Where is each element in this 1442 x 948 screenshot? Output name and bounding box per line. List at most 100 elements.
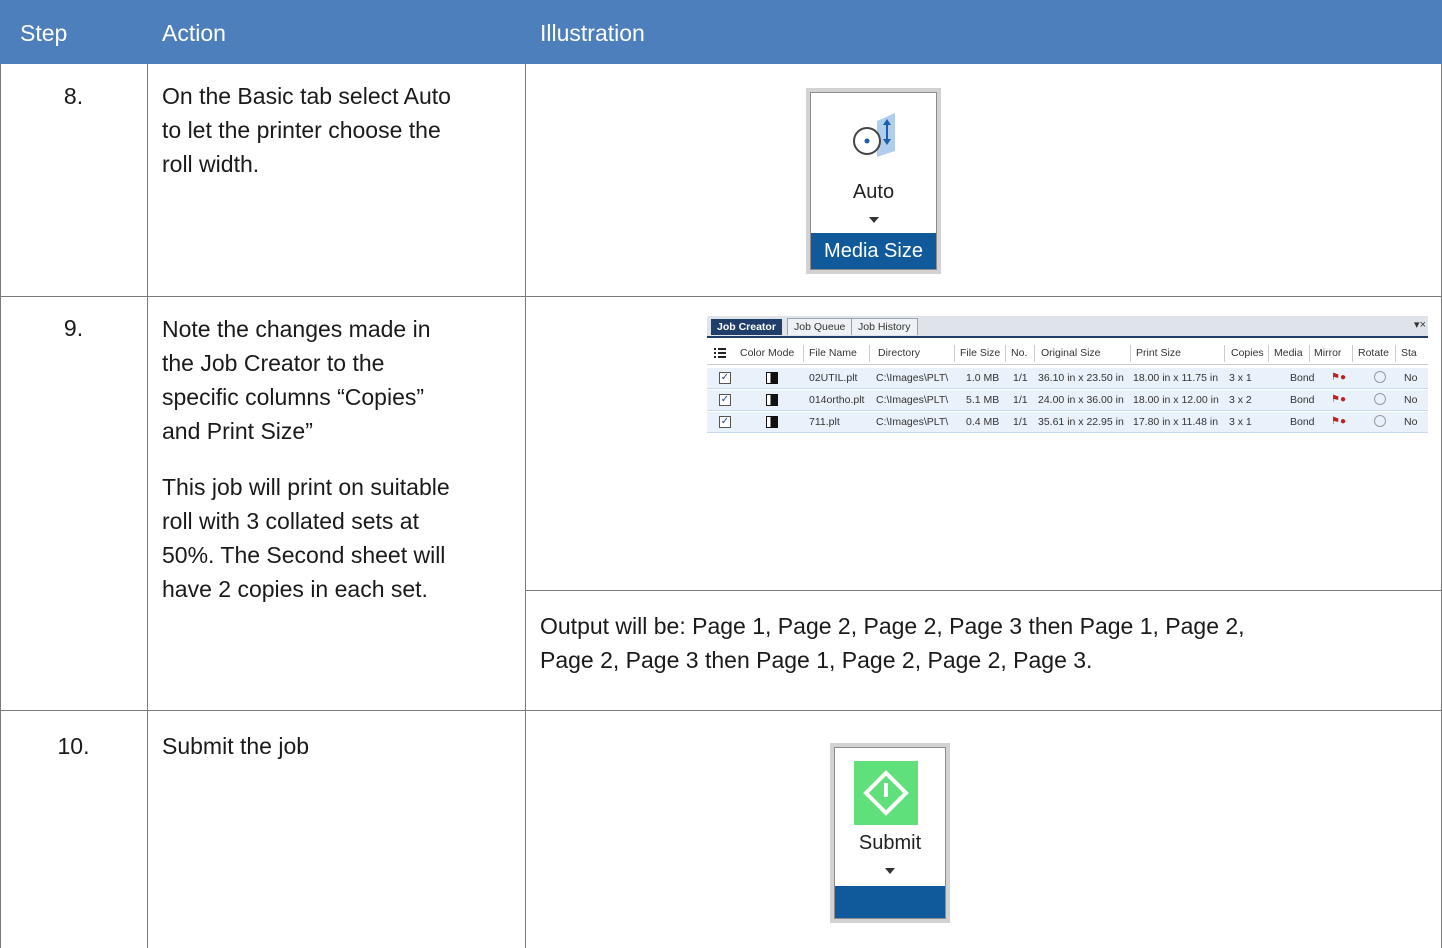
step-number: 8. [63,83,84,109]
column-header[interactable]: File Size [960,347,1000,359]
chevron-down-icon [869,217,879,223]
column-header[interactable]: Directory [878,347,920,359]
column-header[interactable]: Color Mode [740,347,794,359]
table-row[interactable]: ✓ 711.plt C:\Images\PLT\ 0.4 MB 1/1 35.6… [707,412,1428,433]
file-name: 02UTIL.plt [809,372,858,384]
column-header[interactable]: Rotate [1358,347,1389,359]
original-size: 36.10 in x 23.50 in [1038,372,1124,384]
media-size-icon [853,113,895,157]
submit-label: Submit [858,832,922,854]
column-header[interactable]: Original Size [1041,347,1101,359]
column-header[interactable]: File Name [809,347,857,359]
media-size-widget: Auto Media Size [806,88,941,274]
header-step: Step [20,20,68,46]
color-mode-icon [766,372,778,384]
directory: C:\Images\PLT\ [876,372,949,384]
column-chooser-icon[interactable] [714,347,726,359]
table-border-left [0,64,1,948]
column-header[interactable]: Copies [1231,347,1264,359]
step-number: 9. [63,315,84,341]
output-description: Output will be: Page 1, Page 2, Page 2, … [540,609,1245,677]
print-size: 17.80 in x 11.48 in [1133,416,1219,428]
print-size: 18.00 in x 11.75 in [1133,372,1219,384]
mirror-icon: ⚑● [1331,394,1347,405]
original-size: 35.61 in x 22.95 in [1038,416,1124,428]
media-size-group-label: Media Size [811,233,936,269]
table-row[interactable]: ✓ 02UTIL.plt C:\Images\PLT\ 1.0 MB 1/1 3… [707,368,1428,389]
submit-button[interactable]: Submit [834,747,946,919]
grid-header: Color Mode File Name Directory File Size… [707,342,1428,365]
tab-job-creator[interactable]: Job Creator [711,319,782,335]
note-line: 50%. The Second sheet will [162,542,446,568]
media-size-button[interactable]: Auto Media Size [810,92,937,270]
status: No [1404,372,1418,384]
step-number: 10. [57,733,90,759]
media: Bond [1290,416,1315,428]
rotate-icon [1374,393,1386,405]
rotate-icon [1374,371,1386,383]
tab-job-queue[interactable]: Job Queue [787,318,853,335]
row-checkbox[interactable]: ✓ [719,394,731,406]
column-divider-action [525,64,526,948]
file-size: 5.1 MB [966,394,1000,406]
print-size: 18.00 in x 12.00 in [1133,394,1219,406]
row-divider [0,710,1442,711]
file-size: 1.0 MB [966,372,1000,384]
note-line: have 2 copies in each set. [162,576,428,602]
output-line: Output will be: Page 1, Page 2, Page 2, … [540,613,1245,639]
page-no: 1/1 [1013,416,1028,428]
column-header[interactable]: Print Size [1136,347,1181,359]
action-line: to let the printer choose the [162,117,441,143]
row-checkbox[interactable]: ✓ [719,416,731,428]
job-tabs: Job Creator Job Queue Job History ▾× [707,316,1428,338]
media: Bond [1290,394,1315,406]
copies: 3 x 2 [1229,394,1252,406]
column-header[interactable]: No. [1011,347,1027,359]
column-header[interactable]: Mirror [1314,347,1341,359]
column-divider-step [147,64,148,948]
document-page: Step Action Illustration 8. On the Basic… [0,0,1442,948]
directory: C:\Images\PLT\ [876,416,949,428]
mirror-icon: ⚑● [1331,372,1347,383]
row-divider [0,296,1442,297]
copies: 3 x 1 [1229,372,1252,384]
note-line: This job will print on suitable [162,474,450,500]
table-row[interactable]: ✓ 014ortho.plt C:\Images\PLT\ 5.1 MB 1/1… [707,390,1428,411]
file-size: 0.4 MB [966,416,1000,428]
action-line: Submit the job [162,733,310,759]
status: No [1404,416,1418,428]
table-header: Step Action Illustration [0,0,1442,64]
step-action: On the Basic tab select Auto to let the … [162,79,451,181]
page-no: 1/1 [1013,372,1028,384]
output-line: Page 2, Page 3 then Page 1, Page 2, Page… [540,647,1093,673]
file-name: 014ortho.plt [809,394,865,406]
header-illustration: Illustration [540,20,645,46]
row-checkbox[interactable]: ✓ [719,372,731,384]
submit-icon [854,761,918,825]
action-line: and Print Size” [162,418,313,444]
status: No [1404,394,1418,406]
action-line: Note the changes made in [162,316,431,342]
action-line: On the Basic tab select Auto [162,83,451,109]
tab-job-history[interactable]: Job History [851,318,918,335]
color-mode-icon [766,416,778,428]
step-action: Submit the job [162,729,309,763]
header-action: Action [162,20,226,46]
original-size: 24.00 in x 36.00 in [1038,394,1124,406]
cell-divider [525,590,1442,591]
action-line: roll width. [162,151,260,177]
action-line: the Job Creator to the [162,350,385,376]
mirror-icon: ⚑● [1331,416,1347,427]
panel-menu-icon[interactable]: ▾× [1414,318,1426,331]
color-mode-icon [766,394,778,406]
column-header[interactable]: Media [1274,347,1303,359]
chevron-down-icon [885,868,895,874]
media: Bond [1290,372,1315,384]
job-creator-panel: Job Creator Job Queue Job History ▾× Col… [707,316,1428,440]
column-header[interactable]: Sta [1401,347,1417,359]
step-action: Note the changes made in the Job Creator… [162,312,431,448]
copies: 3 x 1 [1229,416,1252,428]
submit-group-bar [835,886,945,918]
file-name: 711.plt [809,416,840,428]
media-size-value: Auto [852,181,895,203]
